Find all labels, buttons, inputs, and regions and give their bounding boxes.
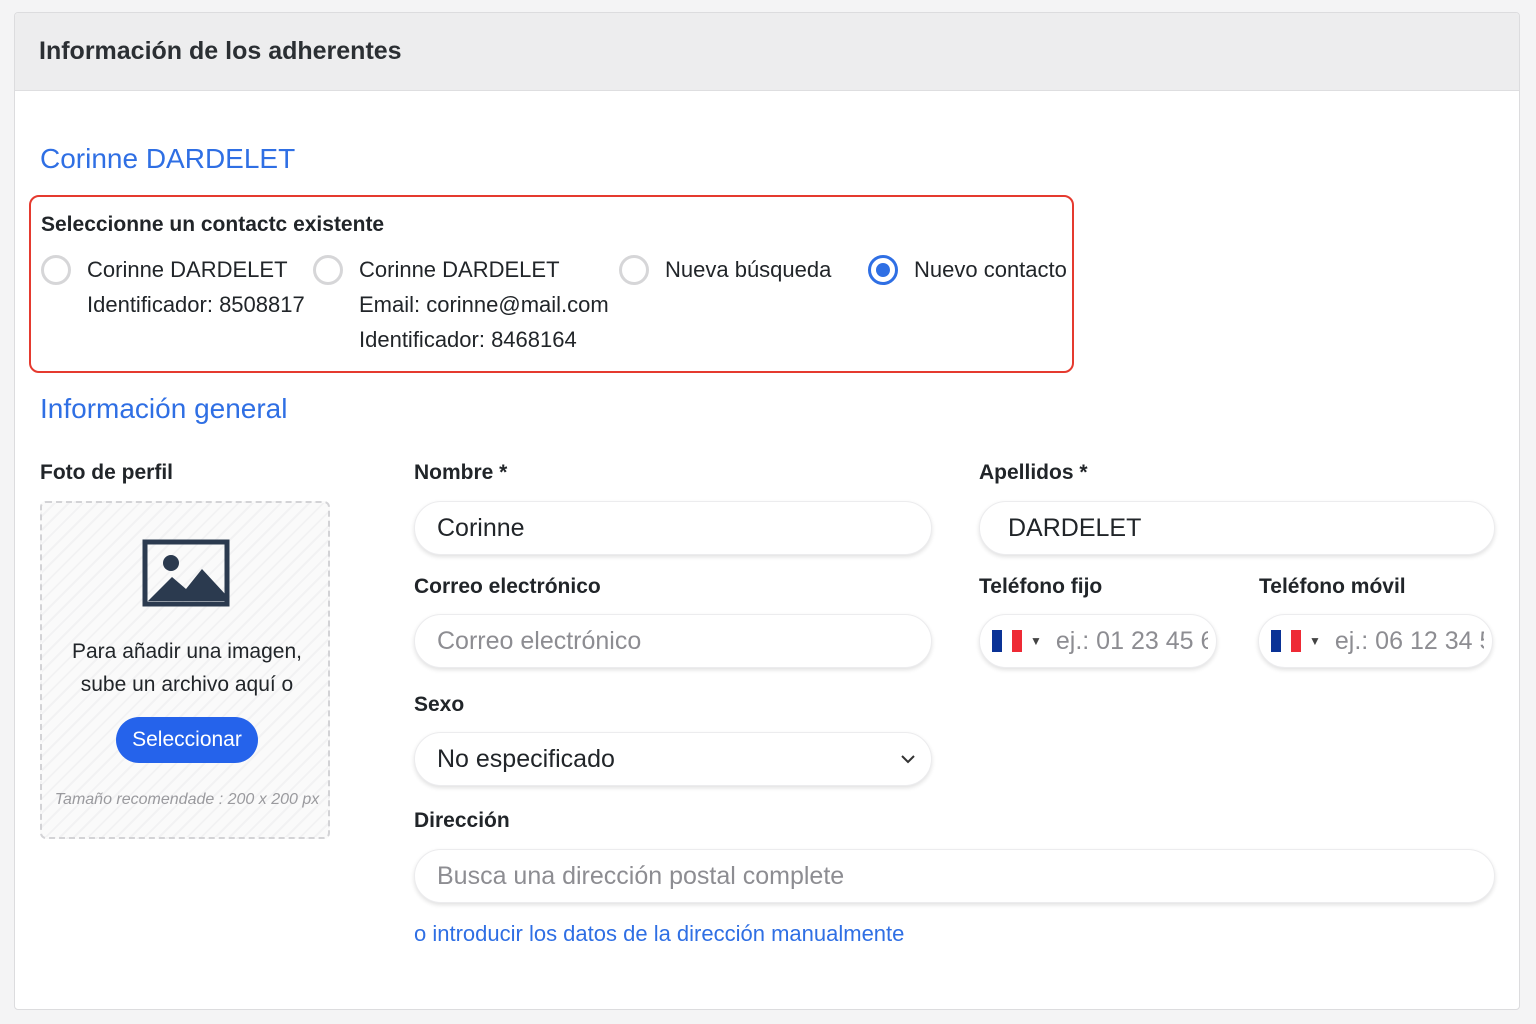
radio-button[interactable] (313, 255, 343, 285)
contact-option-1[interactable]: Corinne DARDELET Identificador: 8508817 (41, 252, 305, 322)
last-name-input[interactable] (979, 501, 1495, 555)
existing-contact-title: Seleccionne un contactc existente (41, 213, 385, 236)
image-placeholder-icon (142, 539, 230, 607)
profile-photo-label: Foto de perfil (40, 461, 173, 484)
contact-option-label: Nuevo contacto (914, 257, 1067, 282)
sex-select[interactable]: No especificado (414, 732, 932, 786)
contact-option-label: Nueva búsqueda (665, 257, 832, 282)
adherents-card: Información de los adherentes Corinne DA… (14, 12, 1520, 1010)
address-label: Dirección (414, 809, 510, 832)
existing-contact-selector: Seleccionne un contactc existente Corinn… (29, 195, 1074, 373)
france-flag-icon[interactable] (1271, 630, 1301, 652)
photo-upload-hint: Para añadir una imagen, sube un archivo … (42, 635, 332, 701)
landline-label: Teléfono fijo (979, 575, 1103, 598)
photo-dropzone[interactable]: Para añadir una imagen, sube un archivo … (40, 501, 330, 839)
mobile-field: ▼ (1258, 614, 1493, 668)
recommended-size-hint: Tamaño recomendade : 200 x 200 px (54, 791, 320, 808)
mobile-label: Teléfono móvil (1259, 575, 1406, 598)
card-title: Información de los adherentes (39, 37, 402, 65)
general-info-heading: Información general (40, 393, 288, 424)
address-input[interactable] (414, 849, 1495, 903)
contact-option-2[interactable]: Corinne DARDELET Email: corinne@mail.com… (313, 252, 609, 357)
landline-input[interactable] (1055, 626, 1216, 656)
first-name-label: Nombre * (414, 461, 508, 484)
photo-hint-line: Para añadir una imagen, (72, 640, 302, 663)
last-name-label: Apellidos * (979, 461, 1088, 484)
chevron-down-icon (901, 755, 915, 764)
contact-option-new-search[interactable]: Nueva búsqueda (619, 252, 831, 287)
radio-button[interactable] (41, 255, 71, 285)
sex-label: Sexo (414, 693, 465, 716)
card-header: Información de los adherentes (15, 13, 1519, 91)
radio-button[interactable] (619, 255, 649, 285)
email-label: Correo electrónico (414, 575, 601, 598)
landline-field: ▼ (979, 614, 1217, 668)
member-name-heading: Corinne DARDELET (40, 143, 296, 174)
contact-option-name: Corinne DARDELET (359, 257, 560, 282)
france-flag-icon[interactable] (992, 630, 1022, 652)
radio-button-checked[interactable] (868, 255, 898, 285)
photo-hint-line: sube un archivo aquí o (80, 673, 294, 696)
email-input[interactable] (414, 614, 932, 668)
first-name-input[interactable] (414, 501, 932, 555)
select-photo-button[interactable]: Seleccionar (116, 717, 258, 763)
sex-select-value: No especificado (437, 744, 615, 773)
manual-address-link[interactable]: o introducir los datos de la dirección m… (414, 921, 904, 947)
country-dropdown-icon[interactable]: ▼ (1030, 634, 1042, 648)
contact-option-id: Identificador: 8468164 (359, 327, 577, 352)
mobile-input[interactable] (1334, 626, 1492, 656)
contact-option-new-contact[interactable]: Nuevo contacto (868, 252, 1067, 287)
contact-option-id: Identificador: 8508817 (87, 292, 305, 317)
contact-option-name: Corinne DARDELET (87, 257, 288, 282)
country-dropdown-icon[interactable]: ▼ (1309, 634, 1321, 648)
contact-option-email: Email: corinne@mail.com (359, 292, 609, 317)
